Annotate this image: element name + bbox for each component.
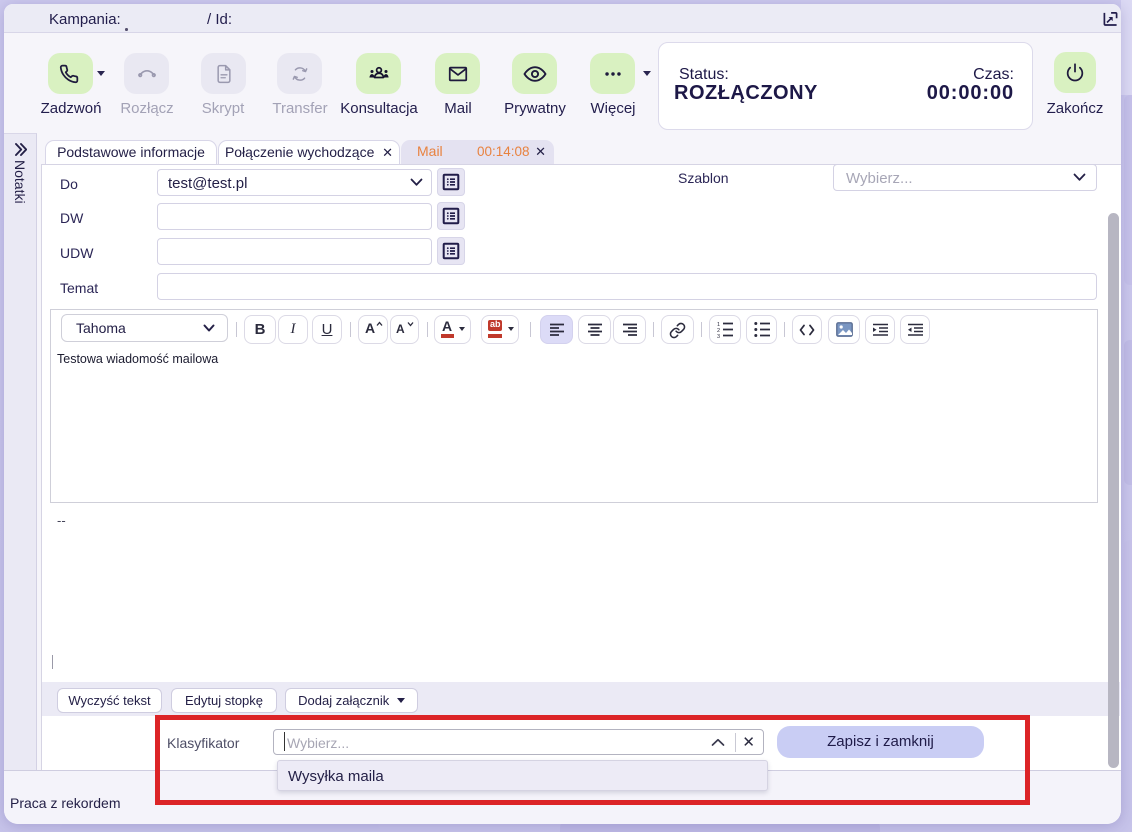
svg-text:3: 3 [717,334,720,338]
